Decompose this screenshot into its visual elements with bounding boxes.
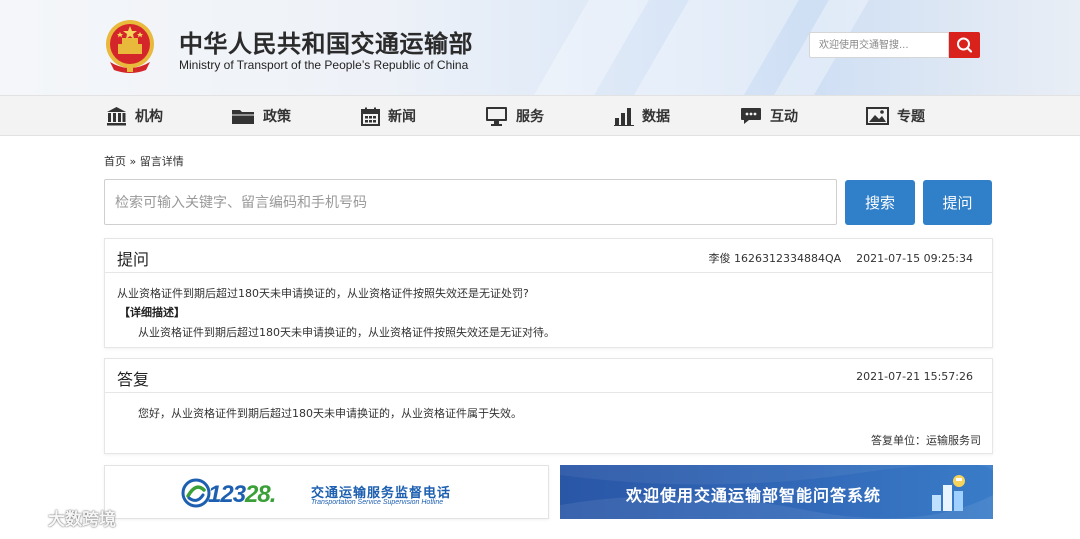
- hotline-banner[interactable]: 12328. 交通运输服务监督电话 Transportation Service…: [104, 465, 549, 519]
- question-title: 从业资格证件到期后超过180天未申请换证的，从业资格证件按照失效还是无证处罚?: [117, 287, 529, 300]
- calendar-icon: [361, 107, 380, 126]
- answer-header: 答复 2021-07-21 15:57:26: [105, 359, 992, 393]
- question-meta: 李俊 1626312334884QA 2021-07-15 09:25:34: [709, 250, 974, 266]
- answer-unit: 答复单位：运输服务司: [871, 434, 981, 447]
- watermark-text: 大数跨境: [48, 510, 116, 530]
- site-header: 中华人民共和国交通运输部 Ministry of Transport of th…: [0, 0, 1080, 95]
- answer-heading: 答复: [117, 370, 150, 389]
- breadcrumb-current: 留言详情: [139, 155, 184, 168]
- watermark: 大数跨境: [8, 505, 116, 530]
- search-button[interactable]: 搜索: [845, 180, 915, 225]
- chat-bubble-icon: [741, 108, 761, 124]
- watermark-logo-icon: [10, 509, 46, 526]
- nav-item-xinwen[interactable]: 新闻: [361, 96, 416, 136]
- bar-chart-icon: [614, 107, 634, 126]
- nav-item-zhengce[interactable]: 政策: [231, 96, 291, 136]
- site-title[interactable]: 中华人民共和国交通运输部: [179, 24, 473, 59]
- answer-text: 您好，从业资格证件到期后超过180天未申请换证的，从业资格证件属于失效。: [138, 407, 522, 420]
- nav-item-hudong[interactable]: 互动: [740, 96, 798, 136]
- site-subtitle: Ministry of Transport of the People’s Re…: [179, 58, 469, 72]
- site-search-input[interactable]: 欢迎使用交通智搜...: [809, 32, 949, 58]
- nav-label: 数据: [642, 109, 670, 125]
- national-emblem-icon[interactable]: [104, 18, 156, 74]
- building-icon: [107, 107, 126, 126]
- hotline-logo-icon: [181, 478, 211, 508]
- nav-label: 专题: [897, 109, 925, 125]
- robot-assistant-icon: [932, 475, 965, 511]
- question-header: 提问 李俊 1626312334884QA 2021-07-15 09:25:3…: [105, 239, 992, 273]
- answer-panel: 答复 2021-07-21 15:57:26 您好，从业资格证件到期后超过180…: [104, 358, 993, 454]
- question-datetime: 2021-07-15 09:25:34: [856, 252, 973, 265]
- nav-label: 新闻: [388, 109, 416, 125]
- question-author: 李俊 1626312334884QA: [708, 252, 842, 265]
- hotline-number: 12328.: [208, 481, 276, 509]
- qa-system-text: 欢迎使用交通运输部智能问答系统: [626, 486, 882, 505]
- breadcrumb-home[interactable]: 首页: [104, 153, 126, 169]
- nav-label: 机构: [135, 109, 163, 125]
- nav-item-fuwu[interactable]: 服务: [485, 96, 544, 136]
- nav-item-shuju[interactable]: 数据: [614, 96, 670, 136]
- question-detail: 从业资格证件到期后超过180天未申请换证的，从业资格证件按照失效还是无证对待。: [138, 326, 555, 339]
- message-search-input[interactable]: 检索可输入关键字、留言编码和手机号码: [104, 179, 837, 225]
- breadcrumb-separator: »: [129, 155, 137, 168]
- hotline-number-part-b: 28.: [245, 481, 276, 508]
- folder-icon: [232, 110, 254, 124]
- picture-icon: [866, 107, 889, 125]
- magnifier-icon: [957, 37, 973, 53]
- hotline-subtitle: Transportation Service Supervision Hotli…: [311, 499, 444, 506]
- header-decoration: [519, 0, 661, 95]
- qa-system-banner[interactable]: 欢迎使用交通运输部智能问答系统: [560, 465, 993, 519]
- site-search-button[interactable]: [949, 32, 980, 58]
- breadcrumb: 首页 » 留言详情: [104, 153, 184, 169]
- nav-item-zhuanti[interactable]: 专题: [866, 96, 925, 136]
- main-nav: 机构 政策 新闻 服务 数据 互动 专题: [0, 95, 1080, 136]
- nav-label: 政策: [263, 109, 291, 125]
- question-panel: 提问 李俊 1626312334884QA 2021-07-15 09:25:3…: [104, 238, 993, 348]
- monitor-icon: [486, 107, 507, 126]
- nav-item-jigou[interactable]: 机构: [106, 96, 163, 136]
- hotline-number-part-a: 123: [208, 481, 246, 508]
- nav-label: 互动: [770, 109, 798, 125]
- nav-label: 服务: [516, 109, 544, 125]
- ask-question-button[interactable]: 提问: [923, 180, 992, 225]
- question-heading: 提问: [117, 250, 150, 269]
- answer-datetime: 2021-07-21 15:57:26: [856, 370, 973, 383]
- detail-label: 【详细描述】: [119, 306, 185, 319]
